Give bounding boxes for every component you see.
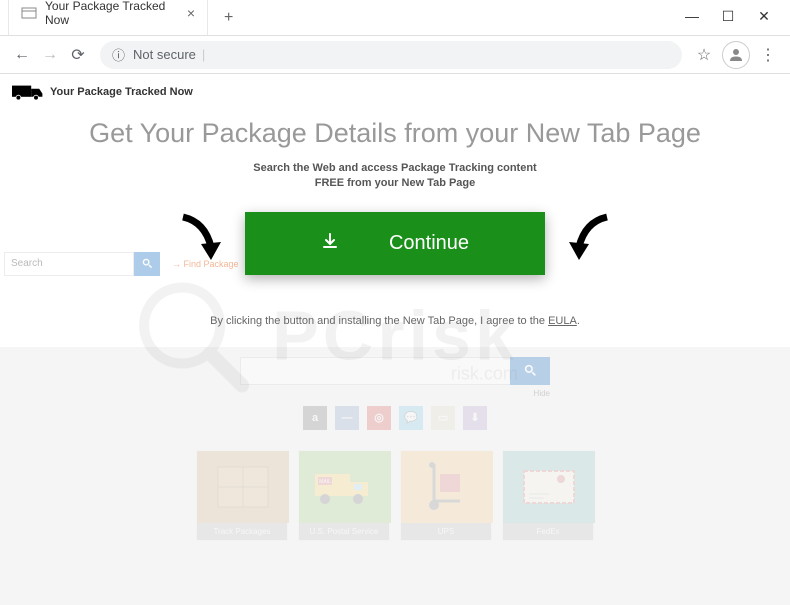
background-big-search-input: [240, 357, 510, 385]
profile-button[interactable]: [722, 41, 750, 69]
page-subtitle: Search the Web and access Package Tracki…: [0, 157, 790, 204]
background-search-input: [4, 252, 134, 276]
arrow-left-icon: [175, 212, 225, 272]
brand-name: Your Package Tracked Now: [50, 86, 193, 98]
background-search-button-icon: [134, 252, 160, 276]
continue-label: Continue: [389, 232, 469, 255]
hide-link: Hide: [240, 389, 550, 398]
browser-tab[interactable]: Your Package Tracked Now ×: [8, 0, 208, 35]
mail-truck-icon: MAIL: [299, 451, 391, 523]
page-content: Your Package Tracked Now Get Your Packag…: [0, 74, 790, 605]
quick-icon-row: a — ◎ 💬 ▭ ⬇: [0, 406, 790, 430]
box-icon: ▭: [431, 406, 455, 430]
card-label: Track Packages: [197, 523, 287, 540]
hand-truck-icon: [401, 451, 493, 523]
card-label: FedEx: [503, 523, 593, 540]
card-label: UPS: [401, 523, 491, 540]
download-tile-icon: ⬇: [463, 406, 487, 430]
address-bar[interactable]: ⓘ Not secure |: [100, 41, 682, 69]
back-button[interactable]: ←: [8, 41, 36, 69]
info-icon: ⓘ: [112, 45, 125, 64]
card-track-packages: Track Packages: [196, 450, 288, 541]
browser-toolbar: ← → ⟳ ⓘ Not secure | ☆ ⋮: [0, 36, 790, 74]
bookmark-button[interactable]: ☆: [690, 45, 718, 65]
card-label: U.S. Postal Service: [299, 523, 389, 540]
close-tab-icon[interactable]: ×: [187, 5, 195, 21]
walmart-icon: —: [335, 406, 359, 430]
minimize-button[interactable]: —: [674, 4, 710, 28]
svg-text:MAIL: MAIL: [319, 479, 331, 485]
download-icon: [321, 232, 339, 255]
menu-button[interactable]: ⋮: [754, 45, 782, 65]
new-tab-button[interactable]: +: [216, 9, 241, 27]
forward-button[interactable]: →: [36, 41, 64, 69]
eula-link[interactable]: EULA: [548, 315, 577, 327]
address-divider: |: [202, 47, 205, 62]
target-icon: ◎: [367, 406, 391, 430]
continue-button[interactable]: Continue: [245, 212, 545, 275]
package-box-icon: [197, 451, 289, 523]
browser-titlebar: Your Package Tracked Now × + — ☐ ✕: [0, 0, 790, 36]
page-title: Get Your Package Details from your New T…: [0, 110, 790, 157]
background-big-search: [240, 357, 550, 385]
arrow-right-icon: [565, 212, 615, 272]
close-window-button[interactable]: ✕: [746, 4, 782, 28]
reload-button[interactable]: ⟳: [64, 41, 92, 69]
maximize-button[interactable]: ☐: [710, 4, 746, 28]
card-usps: MAIL U.S. Postal Service: [298, 450, 390, 541]
tab-favicon-icon: [21, 5, 37, 21]
cta-area: Continue Find Package: [0, 204, 790, 295]
background-big-search-icon: [510, 357, 550, 385]
tab-title: Your Package Tracked Now: [45, 0, 171, 27]
chat-icon: 💬: [399, 406, 423, 430]
page-header: Your Package Tracked Now: [0, 74, 790, 110]
amazon-icon: a: [303, 406, 327, 430]
card-row: Track Packages MAIL U.S. Postal Service …: [0, 450, 790, 541]
card-fedex: FedEx: [502, 450, 594, 541]
background-content: Hide a — ◎ 💬 ▭ ⬇ Track Packages MAIL U.S…: [0, 347, 790, 561]
address-text: Not secure: [133, 47, 196, 62]
envelope-icon: [503, 451, 595, 523]
disclaimer-text: By clicking the button and installing th…: [0, 295, 790, 347]
truck-icon: [12, 82, 44, 102]
window-controls: — ☐ ✕: [674, 0, 790, 28]
card-ups: UPS: [400, 450, 492, 541]
